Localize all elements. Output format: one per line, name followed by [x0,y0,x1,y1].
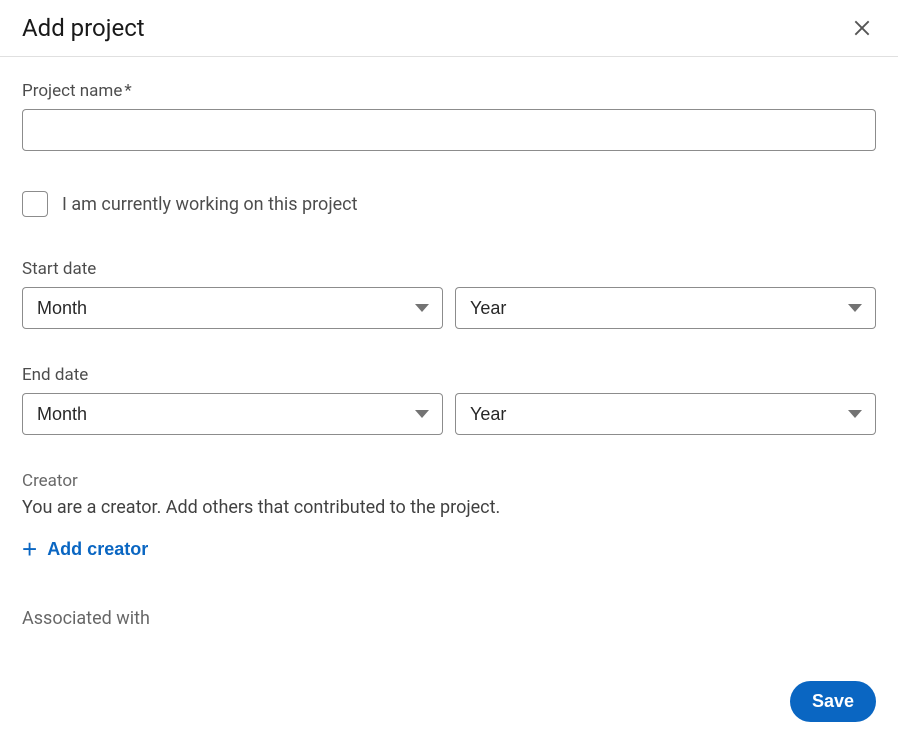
add-creator-button[interactable]: + Add creator [22,536,148,562]
associated-with-section: Associated with [22,608,876,629]
creator-label: Creator [22,471,876,491]
save-button[interactable]: Save [790,681,876,722]
currently-working-row: I am currently working on this project [22,191,876,217]
modal-body: Project name* I am currently working on … [0,57,898,656]
creator-description: You are a creator. Add others that contr… [22,497,876,518]
start-year-wrap: Year [455,287,876,329]
project-name-label: Project name* [22,81,876,101]
associated-with-label: Associated with [22,608,876,629]
project-name-input[interactable] [22,109,876,151]
project-name-label-text: Project name [22,81,122,101]
currently-working-checkbox[interactable] [22,191,48,217]
modal-title: Add project [22,14,145,42]
end-month-wrap: Month [22,393,443,435]
start-year-select[interactable]: Year [455,287,876,329]
start-date-row: Month Year [22,287,876,329]
modal-header: Add project [0,0,898,57]
add-creator-label: Add creator [47,539,148,560]
currently-working-label: I am currently working on this project [62,194,357,215]
start-month-wrap: Month [22,287,443,329]
start-date-section: Start date Month Year [22,259,876,329]
end-year-wrap: Year [455,393,876,435]
end-year-select[interactable]: Year [455,393,876,435]
project-name-section: Project name* [22,81,876,151]
close-icon [852,18,872,38]
required-asterisk: * [124,81,131,101]
end-month-select[interactable]: Month [22,393,443,435]
creator-section: Creator You are a creator. Add others th… [22,471,876,562]
close-button[interactable] [848,14,876,42]
start-month-select[interactable]: Month [22,287,443,329]
plus-icon: + [22,536,37,562]
end-date-label: End date [22,365,876,385]
end-date-row: Month Year [22,393,876,435]
modal-footer: Save [0,663,898,739]
start-date-label: Start date [22,259,876,279]
end-date-section: End date Month Year [22,365,876,435]
